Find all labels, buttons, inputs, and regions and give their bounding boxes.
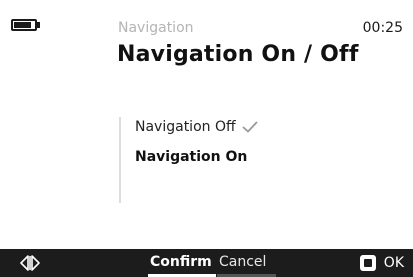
battery-level-fill bbox=[14, 22, 31, 28]
ok-button[interactable]: OK bbox=[359, 255, 404, 271]
option-label: Navigation Off bbox=[135, 119, 236, 135]
battery-tip bbox=[37, 22, 40, 28]
cancel-button[interactable]: Cancel bbox=[219, 254, 266, 270]
menu-subtitle: Navigation bbox=[118, 20, 194, 36]
option-navigation-on[interactable]: Navigation On bbox=[135, 149, 247, 165]
checkmark-icon bbox=[242, 121, 258, 133]
option-navigation-off[interactable]: Navigation Off bbox=[135, 119, 258, 135]
options-rail bbox=[119, 117, 121, 203]
bottom-softkey-bar: Confirm Cancel OK bbox=[0, 249, 413, 277]
ok-label: OK bbox=[383, 255, 404, 271]
page-title: Navigation On / Off bbox=[117, 42, 359, 67]
ok-button-icon bbox=[359, 255, 376, 271]
device-screen: Navigation 00:25 Navigation On / Off Nav… bbox=[0, 0, 413, 277]
confirm-button[interactable]: Confirm bbox=[150, 254, 212, 270]
battery-icon bbox=[11, 19, 37, 31]
option-label: Navigation On bbox=[135, 149, 248, 165]
left-right-arrows-icon[interactable] bbox=[20, 255, 40, 271]
clock: 00:25 bbox=[362, 20, 403, 36]
